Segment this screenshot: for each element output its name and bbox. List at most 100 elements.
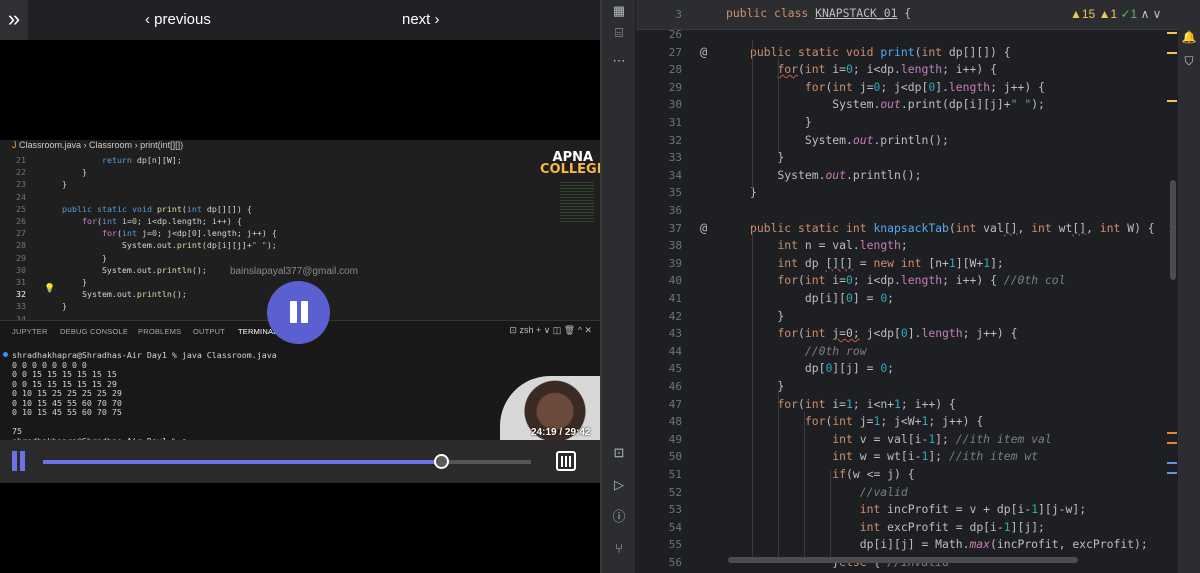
panel-tab-problems[interactable]: PROBLEMS — [138, 327, 181, 336]
code-line[interactable]: 45 dp[0][j] = 0; — [636, 360, 1178, 378]
git-icon[interactable]: ⑂ — [608, 538, 630, 560]
line-number: 40 — [668, 274, 682, 288]
pause-bar-icon — [290, 301, 297, 323]
code-line[interactable]: 48 for(int j=1; j<W+1; j++) { — [636, 413, 1178, 431]
bell-icon[interactable]: 🔔 — [1180, 30, 1198, 44]
error-stripe-mark[interactable] — [1167, 432, 1177, 434]
progress-slider[interactable] — [43, 454, 531, 469]
vscode-minimap — [560, 180, 594, 224]
previous-link[interactable]: ‹ previous — [145, 0, 211, 40]
code-line[interactable]: 47 for(int i=1; i<n+1; i++) { — [636, 396, 1178, 414]
code-line[interactable]: 51 if(w <= j) { — [636, 466, 1178, 484]
warning-count[interactable]: ▲15 — [1070, 7, 1095, 21]
layout-icon[interactable]: ▦ — [608, 0, 630, 22]
pause-button[interactable] — [10, 451, 26, 473]
code-text: public static int knapsackTab(int val[],… — [750, 220, 1200, 235]
code-line[interactable]: 46 } — [636, 378, 1178, 396]
error-stripe-mark[interactable] — [1167, 462, 1177, 464]
code-line[interactable]: 41 dp[i][0] = 0; — [636, 290, 1178, 308]
override-gutter-icon[interactable]: @ — [700, 44, 707, 62]
code-line[interactable]: 35} — [636, 184, 1178, 202]
structure-icon[interactable]: ⌸ — [608, 22, 630, 44]
progress-thumb[interactable] — [433, 454, 449, 469]
code-line[interactable]: 28 for(int i=0; i<dp.length; i++) { — [636, 61, 1178, 79]
code-line[interactable]: 55 dp[i][j] = Math.max(incProfit, excPro… — [636, 536, 1178, 554]
line-number: 25 — [16, 203, 26, 214]
code-text: int v = val[i-1]; //ith item val — [832, 431, 1052, 446]
more-icon[interactable]: ⋯ — [608, 50, 630, 72]
code-line[interactable]: 34 System.out.println(); — [636, 167, 1178, 185]
code-text: int excProfit = dp[i-1][j]; — [859, 519, 1045, 534]
code-line[interactable]: 50 int w = wt[i-1]; //ith item wt — [636, 448, 1178, 466]
code-line[interactable]: 39 int dp [][] = new int [n+1][W+1]; — [636, 255, 1178, 273]
code-line[interactable]: 53 int incProfit = v + dp[i-1][j-w]; — [636, 501, 1178, 519]
code-editor[interactable]: 26 27 @ public static void print(int dp[][]… — [636, 0, 1200, 573]
code-line[interactable]: 33 } — [636, 149, 1178, 167]
indent-guide — [778, 58, 779, 154]
code-line[interactable]: 30 System.out.print(dp[i][j]+" "); — [636, 96, 1178, 114]
code-text: for(int j=0; j<dp[0].length; j++) { — [777, 326, 1018, 341]
code-text: //valid — [859, 484, 908, 499]
code-text: int dp [][] = new int [n+1][W+1]; — [777, 255, 1004, 270]
pause-icon — [12, 451, 17, 471]
code-line[interactable]: 27 @ public static void print(int dp[][]) … — [636, 44, 1178, 62]
problems-icon[interactable]: ⓘ — [608, 506, 630, 528]
code-line[interactable]: 54 int excProfit = dp[i-1][j]; — [636, 519, 1178, 537]
line-number: 31 — [668, 116, 682, 129]
code-line[interactable]: 29 for(int j=0; j<dp[0].length; j++) { — [636, 79, 1178, 97]
line-number: 54 — [668, 520, 682, 534]
terminal-icon[interactable]: ⊡ — [608, 442, 630, 464]
code-line[interactable]: 31 } — [636, 114, 1178, 132]
panel-tab-output[interactable]: OUTPUT — [193, 327, 225, 336]
code-text: dp[i][0] = 0; — [750, 291, 895, 305]
code-text: } — [750, 150, 785, 165]
equalizer-settings-button[interactable] — [556, 451, 576, 471]
panel-tab-debug-console[interactable]: DEBUG CONSOLE — [60, 327, 128, 336]
error-stripe-mark[interactable] — [1167, 32, 1177, 34]
shield-icon[interactable]: ⛉ — [1180, 54, 1198, 69]
ok-count[interactable]: ✓1 — [1120, 7, 1137, 21]
line-number: 43 — [668, 327, 682, 341]
vscode-code-line: 26 for(int i=0; i<dp.length; i++) { — [0, 215, 540, 227]
error-stripe-mark[interactable] — [1167, 52, 1177, 54]
line-number: 33 — [668, 151, 682, 165]
error-stripe-mark[interactable] — [1167, 100, 1177, 102]
inspection-nav-arrows[interactable]: ∧ ∨ — [1141, 7, 1162, 21]
panel-toolbar[interactable]: ⊡ zsh + ∨ ◫ 🗑 ^ ✕ — [509, 325, 592, 336]
code-line[interactable]: 32 System.out.println(); — [636, 132, 1178, 150]
line-number: 29 — [16, 252, 26, 263]
code-line[interactable]: 36 — [636, 202, 1178, 220]
code-line[interactable]: 40 for(int i=0; i<dp.length; i++) { //0t… — [636, 272, 1178, 290]
weak-warning-count[interactable]: ▲1 — [1099, 7, 1118, 21]
code-text: for(int j=1; j<W+1; j++) { — [804, 414, 984, 429]
pause-overlay-button[interactable] — [267, 281, 330, 344]
code-line[interactable]: 38 int n = val.length; — [636, 237, 1178, 255]
error-stripe-mark[interactable] — [1167, 442, 1177, 444]
code-line[interactable]: 37 @ public static int knapsackTab(int val… — [636, 220, 1200, 238]
expand-sidebar-button[interactable]: » — [0, 0, 28, 40]
line-number: 49 — [668, 432, 682, 446]
terminal-line: 0 10 15 45 55 60 70 75 — [12, 407, 122, 417]
code-line[interactable]: 49 int v = val[i-1]; //ith item val — [636, 431, 1178, 449]
code-line[interactable]: 42 } — [636, 308, 1178, 326]
error-stripe[interactable] — [1167, 30, 1177, 573]
override-gutter-icon[interactable]: @ — [700, 220, 707, 238]
breadcrumb-method: print(int[][]) — [140, 140, 184, 150]
vertical-scrollbar[interactable] — [1170, 180, 1176, 280]
pause-icon — [20, 451, 25, 471]
email-watermark: bainslapayal377@gmail.com — [230, 266, 358, 277]
code-line[interactable]: 44 //0th row — [636, 343, 1178, 361]
error-stripe-mark[interactable] — [1167, 472, 1177, 474]
panel-tab-jupyter[interactable]: JUPYTER — [12, 327, 48, 336]
code-line[interactable]: 43 for(int j=0; j<dp[0].length; j++) { — [636, 325, 1178, 343]
code-line[interactable]: 52 //valid — [636, 484, 1178, 502]
next-link[interactable]: next › — [402, 0, 440, 40]
run-icon[interactable]: ▷ — [608, 474, 630, 496]
vscode-code-line: 25 public static void print(int dp[][]) … — [0, 203, 540, 215]
code-text: for(int j=0; j<dp[0].length; j++) { — [101, 228, 277, 239]
line-number: 31 — [16, 277, 26, 287]
horizontal-scrollbar[interactable] — [728, 557, 1078, 563]
code-area[interactable]: 26 27 @ public static void print(int dp[][]… — [636, 0, 1200, 573]
line-number: 42 — [668, 309, 682, 323]
inspection-widget[interactable]: ▲15 ▲1 ✓1 ∧ ∨ — [1070, 7, 1161, 21]
